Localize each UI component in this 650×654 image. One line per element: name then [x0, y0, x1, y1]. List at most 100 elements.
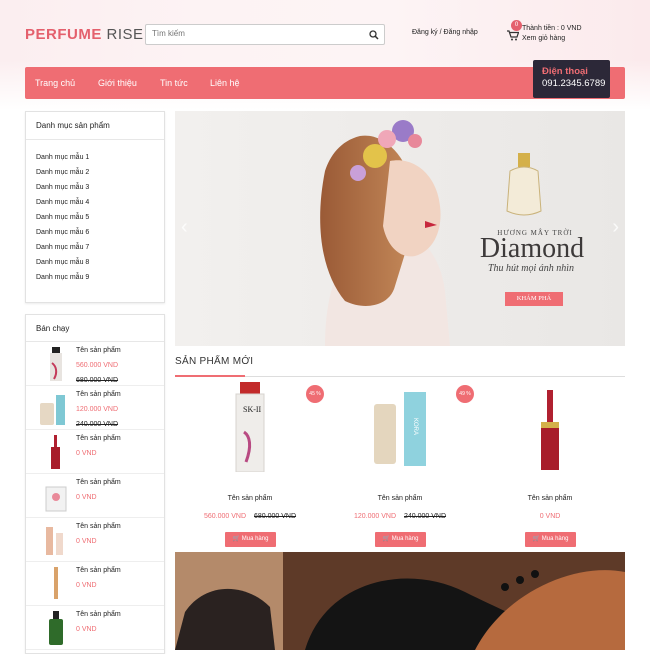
product-thumbnail[interactable]: [36, 609, 76, 647]
buy-button[interactable]: 🛒 Mua hàng: [525, 532, 576, 547]
phone-number[interactable]: 091.2345.6789: [542, 78, 605, 89]
buy-button[interactable]: 🛒 Mua hàng: [225, 532, 276, 547]
bestseller-item[interactable]: Tên sản phẩm 0 VND: [26, 430, 164, 474]
category-item[interactable]: Danh mục mẫu 2: [26, 169, 164, 184]
product-name[interactable]: Tên sản phẩm: [76, 391, 121, 398]
cart-widget[interactable]: 0 Thành tiền : 0 VND Xem giỏ hàng: [507, 20, 597, 49]
product-thumbnail[interactable]: [36, 521, 76, 559]
product-price: 120.000 VND: [76, 406, 119, 413]
bestseller-title: Bán chạy: [26, 315, 164, 342]
category-panel: Danh mục sản phẩm Danh mục mẫu 1 Danh mụ…: [25, 111, 165, 303]
bestseller-item[interactable]: Tên sản phẩm 0 VND: [26, 518, 164, 562]
buy-label: Mua hàng: [541, 536, 569, 542]
product-old-price: 240.000 VND: [404, 513, 447, 520]
product-card[interactable]: KORA 49 % Tên sản phẩm 120.000 VND 240.00…: [325, 380, 475, 550]
category-item[interactable]: Danh mục mẫu 4: [26, 199, 164, 214]
product-price: 560.000 VND: [76, 362, 119, 369]
buy-button[interactable]: 🛒 Mua hàng: [375, 532, 426, 547]
category-item[interactable]: Danh mục mẫu 6: [26, 229, 164, 244]
product-price: 0 VND: [76, 450, 97, 457]
section-title: SẢN PHẨM MỚI: [175, 356, 254, 367]
bestseller-panel: Bán chạy Tên sản phẩm 560.000 VND 680.00…: [25, 314, 165, 654]
banner-cta-button[interactable]: KHÁM PHÁ: [505, 292, 563, 306]
product-name[interactable]: Tên sản phẩm: [76, 479, 121, 486]
product-card[interactable]: SK-II 45 % Tên sản phẩm 560.000 VND 680.0…: [175, 380, 325, 550]
product-name[interactable]: Tên sản phẩm: [175, 495, 325, 502]
cart-icon: 🛒: [532, 536, 541, 542]
category-item[interactable]: Danh mục mẫu 9: [26, 274, 164, 289]
product-price: 560.000 VND: [203, 513, 246, 520]
product-thumbnail[interactable]: [36, 477, 76, 515]
svg-text:SK-II: SK-II: [243, 405, 262, 414]
auth-links: Đăng ký / Đăng nhập: [412, 29, 478, 36]
bestseller-item[interactable]: Tên sản phẩm 0 VND: [26, 474, 164, 518]
discount-badge: 45 %: [306, 385, 324, 403]
site-logo[interactable]: PERFUME RISE: [25, 26, 144, 43]
product-prices: 560.000 VND 680.000 VND: [175, 513, 325, 520]
nav-item-contact[interactable]: Liên hệ: [210, 78, 240, 88]
product-thumbnail[interactable]: [36, 565, 76, 603]
buy-label: Mua hàng: [391, 536, 419, 542]
product-prices: 120.000 VND 240.000 VND: [325, 513, 475, 520]
phone-box: Điện thoại 091.2345.6789: [533, 60, 610, 98]
search-box: [145, 24, 385, 45]
product-image[interactable]: [510, 382, 590, 472]
category-item[interactable]: Danh mục mẫu 3: [26, 184, 164, 199]
search-input[interactable]: [152, 29, 362, 38]
secondary-banner[interactable]: [175, 552, 625, 650]
product-name[interactable]: Tên sản phẩm: [76, 435, 121, 442]
buy-label: Mua hàng: [241, 536, 269, 542]
product-old-price: 680.000 VND: [76, 377, 119, 384]
product-name[interactable]: Tên sản phẩm: [76, 567, 121, 574]
product-name[interactable]: Tên sản phẩm: [325, 495, 475, 502]
bestseller-item[interactable]: Tên sản phẩm 0 VND: [26, 606, 164, 650]
register-link[interactable]: Đăng ký: [412, 29, 438, 36]
product-price: 0 VND: [76, 494, 97, 501]
product-image[interactable]: SK-II: [210, 382, 290, 472]
product-old-price: 240.000 VND: [76, 421, 119, 428]
auth-separator: /: [439, 29, 442, 36]
cart-count-badge: 0: [511, 20, 522, 31]
product-price: 0 VND: [76, 538, 97, 545]
nav-item-about[interactable]: Giới thiệu: [98, 78, 137, 88]
product-price: 0 VND: [76, 626, 97, 633]
svg-text:KORA: KORA: [412, 418, 418, 435]
cart-icon: 🛒: [232, 536, 241, 542]
banner-title: Diamond: [479, 233, 585, 264]
product-image[interactable]: KORA: [360, 382, 440, 472]
section-divider: [175, 375, 625, 377]
nav-item-home[interactable]: Trang chủ: [35, 78, 75, 88]
product-price: 120.000 VND: [353, 513, 396, 520]
slider-prev-arrow[interactable]: ‹: [181, 216, 188, 239]
product-prices: 0 VND: [475, 513, 625, 520]
product-thumbnail[interactable]: [36, 389, 76, 427]
bestseller-item[interactable]: Tên sản phẩm 0 VND: [26, 562, 164, 606]
login-link[interactable]: Đăng nhập: [444, 29, 478, 36]
product-name[interactable]: Tên sản phẩm: [76, 347, 121, 354]
shoes-image: [175, 552, 625, 650]
product-price: 0 VND: [539, 513, 561, 520]
product-thumbnail[interactable]: [36, 433, 76, 471]
product-card[interactable]: Tên sản phẩm 0 VND 🛒 Mua hàng: [475, 380, 625, 550]
category-title: Danh mục sản phẩm: [26, 112, 164, 140]
slider-next-arrow[interactable]: ›: [612, 216, 619, 239]
category-item[interactable]: Danh mục mẫu 5: [26, 214, 164, 229]
category-item[interactable]: Danh mục mẫu 1: [26, 154, 164, 169]
phone-title: Điện thoại: [542, 66, 588, 77]
product-name[interactable]: Tên sản phẩm: [475, 495, 625, 502]
nav-item-news[interactable]: Tin tức: [160, 78, 188, 88]
view-cart-link[interactable]: Xem giỏ hàng: [522, 35, 565, 42]
bestseller-item[interactable]: Tên sản phẩm 120.000 VND 240.000 VND: [26, 386, 164, 430]
cart-icon: 🛒: [382, 536, 391, 542]
bestseller-item[interactable]: Tên sản phẩm 560.000 VND 680.000 VND: [26, 342, 164, 386]
search-icon[interactable]: [369, 30, 379, 40]
product-thumbnail[interactable]: [36, 345, 76, 383]
hero-banner[interactable]: ‹ › HƯƠNG MÂY TRỜI Diamond Thu hút mọi á…: [175, 111, 625, 346]
product-name[interactable]: Tên sản phẩm: [76, 523, 121, 530]
cart-icon[interactable]: [507, 30, 519, 41]
product-old-price: 680.000 VND: [254, 513, 297, 520]
product-name[interactable]: Tên sản phẩm: [76, 611, 121, 618]
category-item[interactable]: Danh mục mẫu 7: [26, 244, 164, 259]
category-item[interactable]: Danh mục mẫu 8: [26, 259, 164, 274]
product-price: 0 VND: [76, 582, 97, 589]
